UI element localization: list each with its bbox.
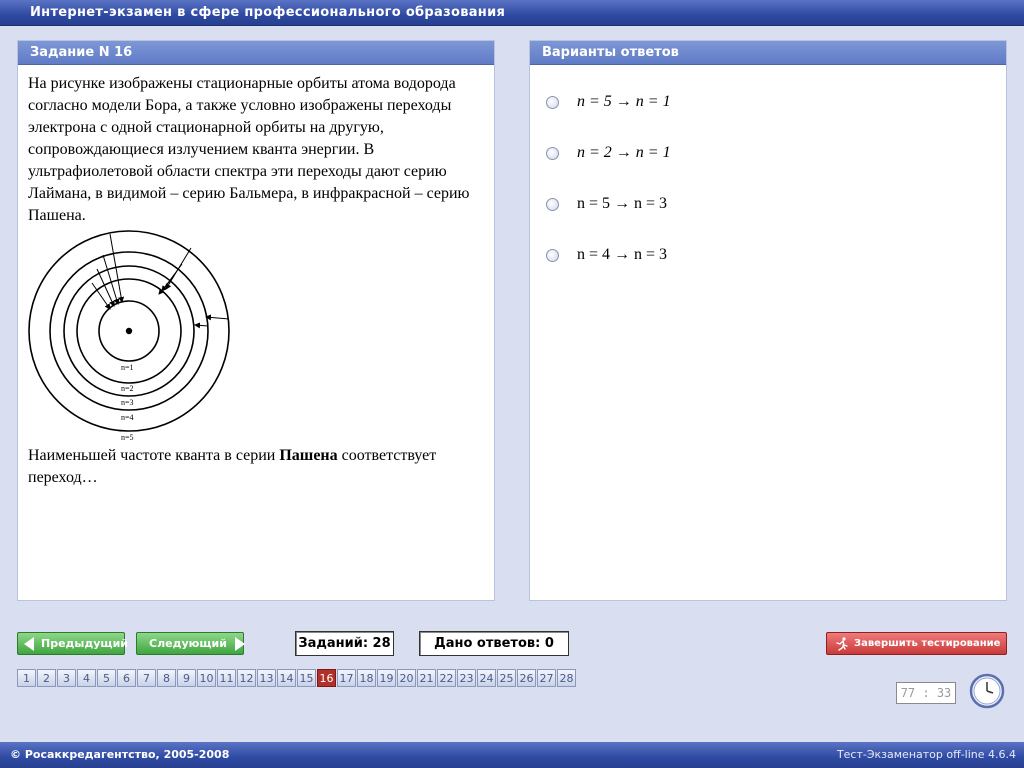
task-description: На рисунке изображены стационарные орбит… bbox=[28, 75, 470, 224]
question-number-8[interactable]: 8 bbox=[157, 669, 176, 687]
nucleus bbox=[125, 327, 133, 335]
answered-count: Дано ответов: 0 bbox=[419, 631, 569, 656]
answers-header: Варианты ответов bbox=[530, 41, 1006, 65]
bohr-orbits-figure: n=1 n=2 n=3 n=4 n=5 bbox=[28, 230, 230, 442]
next-button[interactable]: Следующий bbox=[136, 632, 245, 655]
question-number-20[interactable]: 20 bbox=[397, 669, 416, 687]
question-number-27[interactable]: 27 bbox=[537, 669, 556, 687]
question-number-14[interactable]: 14 bbox=[277, 669, 296, 687]
timer: 77 : 33 bbox=[896, 682, 956, 704]
question-number-19[interactable]: 19 bbox=[377, 669, 396, 687]
question-number-28[interactable]: 28 bbox=[557, 669, 576, 687]
answer-label: n = 5 → n = 3 bbox=[577, 195, 668, 212]
transition-lyman-4 bbox=[102, 254, 120, 305]
question-number-17[interactable]: 17 bbox=[337, 669, 356, 687]
question-number-23[interactable]: 23 bbox=[457, 669, 476, 687]
transition-paschen-4 bbox=[194, 322, 209, 329]
question-number-bar: 1 2 3 4 5 6 7 8 9 10 11 12 13 14 15 16 17 18 19 20 21 22 23 24 2… bbox=[17, 669, 577, 687]
finish-test-button[interactable]: Завершить тестирование bbox=[826, 632, 1007, 655]
transition-paschen-5 bbox=[205, 314, 230, 321]
orbit-label-n1: n=1 bbox=[121, 363, 134, 372]
question-number-3[interactable]: 3 bbox=[57, 669, 76, 687]
question-number-24[interactable]: 24 bbox=[477, 669, 496, 687]
question-number-25[interactable]: 25 bbox=[497, 669, 516, 687]
question-number-4[interactable]: 4 bbox=[77, 669, 96, 687]
previous-label: Предыдущий bbox=[41, 637, 129, 650]
answer-option-4[interactable]: n = 4 → n = 3 bbox=[546, 245, 667, 265]
question-number-13[interactable]: 13 bbox=[257, 669, 276, 687]
radio-button[interactable] bbox=[546, 95, 559, 109]
question-text: Наименьшей частоте кванта в серии Пашена… bbox=[28, 445, 488, 489]
question-number-6[interactable]: 6 bbox=[117, 669, 136, 687]
arrow-right-icon bbox=[234, 636, 245, 651]
finish-label: Завершить тестирование bbox=[854, 638, 1001, 649]
question-number-11[interactable]: 11 bbox=[217, 669, 236, 687]
window-title: Интернет-экзамен в сфере профессионально… bbox=[30, 5, 506, 20]
answers-panel: Варианты ответов n = 5 → n = 1 n = 2 → n… bbox=[529, 40, 1007, 601]
question-prefix: Наименьшей частоте кванта в серии bbox=[28, 447, 280, 464]
answer-label: n = 2 → n = 1 bbox=[577, 144, 671, 161]
question-bold: Пашена bbox=[279, 447, 338, 464]
radio-button[interactable] bbox=[546, 197, 559, 211]
answer-label: n = 4 → n = 3 bbox=[577, 246, 668, 263]
answer-option-3[interactable]: n = 5 → n = 3 bbox=[546, 194, 667, 214]
question-number-5[interactable]: 5 bbox=[97, 669, 116, 687]
radio-button[interactable] bbox=[546, 248, 559, 262]
question-number-21[interactable]: 21 bbox=[417, 669, 436, 687]
clock-icon bbox=[969, 673, 1005, 709]
question-number-7[interactable]: 7 bbox=[137, 669, 156, 687]
answer-label: n = 5 → n = 1 bbox=[577, 93, 671, 110]
question-number-22[interactable]: 22 bbox=[437, 669, 456, 687]
question-number-9[interactable]: 9 bbox=[177, 669, 196, 687]
orbit-label-n4: n=4 bbox=[121, 413, 134, 422]
radio-button[interactable] bbox=[546, 146, 559, 160]
question-number-15[interactable]: 15 bbox=[297, 669, 316, 687]
footer: © Росаккредагентство, 2005-2008 Тест-Экз… bbox=[0, 742, 1024, 768]
previous-button[interactable]: Предыдущий bbox=[17, 632, 129, 655]
task-panel: Задание N 16 На рисунке изображены стаци… bbox=[17, 40, 495, 601]
copyright: © Росаккредагентство, 2005-2008 bbox=[10, 748, 230, 761]
question-number-1[interactable]: 1 bbox=[17, 669, 36, 687]
question-number-18[interactable]: 18 bbox=[357, 669, 376, 687]
orbit-label-n2: n=2 bbox=[121, 384, 134, 393]
app-version: Тест-Экзаменатор off-line 4.6.4 bbox=[836, 748, 1016, 761]
question-number-26[interactable]: 26 bbox=[517, 669, 536, 687]
question-number-12[interactable]: 12 bbox=[237, 669, 256, 687]
question-number-16[interactable]: 16 bbox=[317, 669, 336, 687]
next-label: Следующий bbox=[149, 637, 227, 650]
question-number-2[interactable]: 2 bbox=[37, 669, 56, 687]
task-header: Задание N 16 bbox=[18, 41, 494, 65]
arrow-left-icon bbox=[24, 636, 34, 651]
title-bar: Интернет-экзамен в сфере профессионально… bbox=[0, 0, 1024, 26]
running-man-icon bbox=[836, 636, 848, 651]
question-number-10[interactable]: 10 bbox=[197, 669, 216, 687]
orbit-label-n5: n=5 bbox=[121, 433, 134, 442]
tasks-count: Заданий: 28 bbox=[295, 631, 394, 656]
orbit-label-n3: n=3 bbox=[121, 398, 134, 407]
answer-option-2[interactable]: n = 2 → n = 1 bbox=[546, 143, 671, 163]
answer-option-1[interactable]: n = 5 → n = 1 bbox=[546, 92, 671, 112]
